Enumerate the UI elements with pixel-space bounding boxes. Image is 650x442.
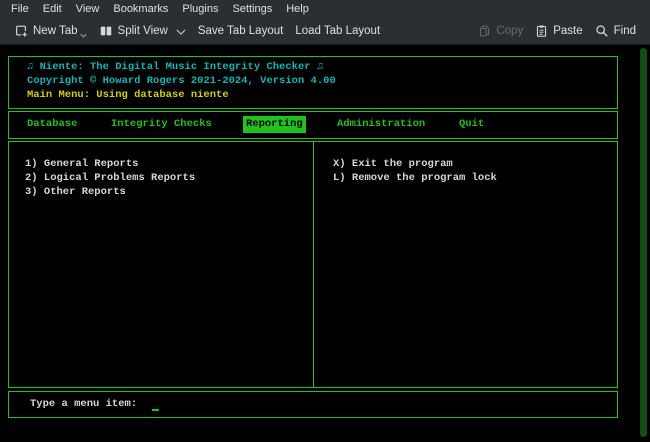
load-tab-layout-button[interactable]: Load Tab Layout bbox=[289, 21, 386, 41]
split-view-label: Split View bbox=[118, 25, 168, 37]
window-menubar: File Edit View Bookmarks Plugins Setting… bbox=[0, 0, 650, 17]
scrollbar-thumb[interactable] bbox=[640, 48, 647, 437]
save-tab-layout-button[interactable]: Save Tab Layout bbox=[192, 21, 289, 41]
copy-label: Copy bbox=[496, 25, 523, 37]
find-icon bbox=[595, 24, 609, 38]
find-label: Find bbox=[614, 25, 636, 37]
terminal-cursor bbox=[152, 409, 159, 411]
load-tab-layout-label: Load Tab Layout bbox=[295, 25, 380, 37]
menu-view[interactable]: View bbox=[69, 2, 107, 16]
paste-label: Paste bbox=[553, 25, 582, 37]
status-line: Main Menu: Using database niente bbox=[27, 89, 229, 102]
menu-help[interactable]: Help bbox=[279, 2, 316, 16]
terminal-screen[interactable]: ♫ Niente: The Digital Music Integrity Ch… bbox=[0, 45, 650, 442]
tui-menu-quit[interactable]: Quit bbox=[459, 118, 484, 131]
tui-menu-database[interactable]: Database bbox=[27, 118, 77, 131]
new-tab-dropdown-icon bbox=[80, 33, 87, 38]
save-tab-layout-label: Save Tab Layout bbox=[198, 25, 283, 37]
paste-icon bbox=[535, 24, 548, 38]
tui-menu-administration[interactable]: Administration bbox=[337, 118, 425, 131]
new-tab-button[interactable]: New Tab bbox=[8, 20, 93, 42]
copy-icon bbox=[478, 24, 491, 38]
terminal-scrollbar[interactable] bbox=[637, 45, 650, 442]
tui-panel-divider bbox=[313, 141, 314, 388]
tui-menu-reporting[interactable]: Reporting bbox=[243, 116, 306, 133]
split-view-icon bbox=[99, 24, 113, 38]
menu-bookmarks[interactable]: Bookmarks bbox=[106, 2, 175, 16]
new-tab-label: New Tab bbox=[33, 25, 78, 37]
menu-plugins[interactable]: Plugins bbox=[175, 2, 225, 16]
tui-menu-integrity-checks[interactable]: Integrity Checks bbox=[111, 118, 212, 131]
menu-option-logical-problems-reports[interactable]: 2) Logical Problems Reports bbox=[25, 172, 195, 185]
menu-option-general-reports[interactable]: 1) General Reports bbox=[25, 158, 138, 171]
copyright-line: Copyright © Howard Rogers 2021-2024, Ver… bbox=[27, 75, 336, 88]
menu-option-other-reports[interactable]: 3) Other Reports bbox=[25, 186, 126, 199]
toolbar: New Tab Split View Save Tab Layout Load … bbox=[0, 17, 650, 45]
copy-button[interactable]: Copy bbox=[472, 20, 529, 42]
tui-menu-box bbox=[8, 111, 618, 139]
menu-settings[interactable]: Settings bbox=[225, 2, 279, 16]
new-tab-icon bbox=[14, 24, 28, 38]
find-button[interactable]: Find bbox=[589, 20, 642, 42]
split-view-button[interactable]: Split View bbox=[93, 20, 192, 42]
menu-option-remove-program-lock[interactable]: L) Remove the program lock bbox=[333, 172, 497, 185]
menu-file[interactable]: File bbox=[4, 2, 36, 16]
paste-button[interactable]: Paste bbox=[529, 20, 588, 42]
prompt-label: Type a menu item: bbox=[30, 398, 137, 411]
menu-edit[interactable]: Edit bbox=[36, 2, 69, 16]
menu-option-exit-program[interactable]: X) Exit the program bbox=[333, 158, 453, 171]
app-title: ♫ Niente: The Digital Music Integrity Ch… bbox=[27, 61, 323, 74]
chevron-down-icon bbox=[176, 29, 186, 35]
